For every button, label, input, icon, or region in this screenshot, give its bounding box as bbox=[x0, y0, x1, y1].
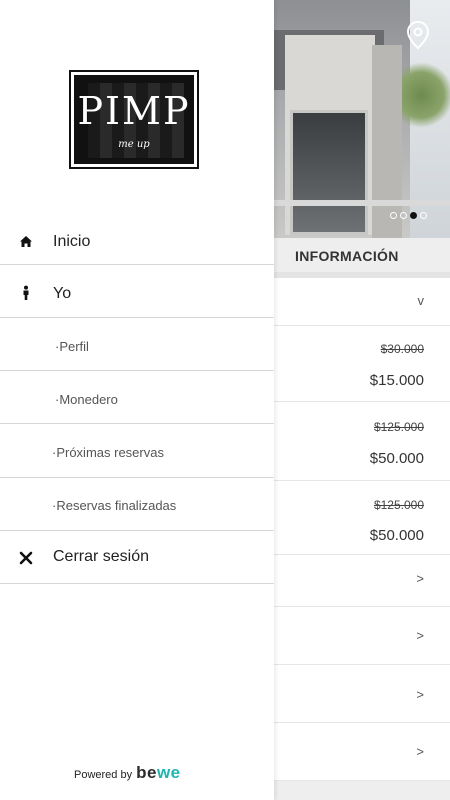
logo-wordmark: PIMP bbox=[77, 89, 191, 133]
photo-pillar bbox=[372, 45, 402, 238]
business-logo: PIMP me up bbox=[69, 70, 199, 169]
discount-price: $50.000 bbox=[369, 450, 424, 467]
photo-storefront-window bbox=[290, 110, 368, 235]
person-icon bbox=[23, 285, 29, 300]
bewe-logo: bewe bbox=[136, 764, 181, 781]
section-title-informacion: INFORMACIÓN bbox=[295, 248, 399, 264]
home-icon bbox=[20, 236, 32, 247]
menu-item-reservas-finalizadas[interactable]: ·Reservas finalizadas bbox=[0, 478, 274, 531]
service-row[interactable]: $125.000 $50.000 bbox=[274, 402, 450, 481]
menu-item-label: ·Perfil bbox=[55, 339, 89, 354]
carousel-dot-active[interactable] bbox=[410, 212, 417, 219]
link-row[interactable]: > bbox=[274, 665, 450, 723]
discount-price: $15.000 bbox=[369, 372, 424, 389]
photo-tree bbox=[402, 60, 450, 130]
menu-item-proximas-reservas[interactable]: ·Próximas reservas bbox=[0, 424, 274, 478]
location-pin-icon[interactable] bbox=[405, 20, 431, 50]
menu-item-label: ·Próximas reservas bbox=[52, 445, 164, 460]
original-price: $125.000 bbox=[373, 420, 424, 434]
original-price: $30.000 bbox=[380, 342, 424, 356]
menu-item-yo[interactable]: Yo bbox=[0, 265, 274, 318]
navigation-drawer: PIMP me up Inicio Yo ·Perfil ·Monedero ·… bbox=[0, 0, 274, 800]
chevron-right-icon: > bbox=[416, 571, 424, 586]
logo-tagline: me up bbox=[118, 139, 150, 150]
carousel-dot[interactable] bbox=[400, 212, 407, 219]
service-row[interactable]: $30.000 $15.000 bbox=[274, 326, 450, 402]
chevron-right-icon: > bbox=[416, 628, 424, 643]
discount-price: $50.000 bbox=[369, 527, 424, 544]
link-row[interactable]: > bbox=[274, 607, 450, 665]
menu-item-label: Yo bbox=[53, 285, 72, 302]
menu-item-perfil[interactable]: ·Perfil bbox=[0, 318, 274, 371]
carousel-dot[interactable] bbox=[420, 212, 427, 219]
powered-by-label: Powered by bbox=[74, 769, 133, 781]
link-row[interactable]: > bbox=[274, 723, 450, 781]
menu-item-label: ·Reservas finalizadas bbox=[52, 498, 177, 513]
photo-railing bbox=[274, 200, 450, 206]
carousel-dot[interactable] bbox=[390, 212, 397, 219]
chevron-right-icon: > bbox=[416, 744, 424, 759]
link-row[interactable]: > bbox=[274, 555, 450, 607]
powered-by-footer[interactable]: Powered by bewe bbox=[74, 764, 181, 781]
original-price: $125.000 bbox=[373, 498, 424, 512]
bewe-logo-part-a: be bbox=[136, 763, 157, 782]
chevron-right-icon: > bbox=[416, 687, 424, 702]
service-row[interactable]: $125.000 $50.000 bbox=[274, 481, 450, 555]
bewe-logo-part-b: we bbox=[156, 763, 181, 782]
menu-item-monedero[interactable]: ·Monedero bbox=[0, 371, 274, 424]
menu-item-cerrar-sesion[interactable]: Cerrar sesión bbox=[0, 531, 274, 584]
menu-item-label: Cerrar sesión bbox=[53, 548, 150, 565]
menu-item-inicio[interactable]: Inicio bbox=[0, 218, 274, 265]
chevron-down-icon: v bbox=[417, 293, 425, 308]
menu-item-label: Inicio bbox=[53, 233, 91, 250]
carousel-indicators bbox=[390, 212, 427, 219]
menu-item-label: ·Monedero bbox=[55, 392, 118, 407]
info-toggle-row[interactable]: v bbox=[274, 278, 450, 326]
close-icon bbox=[19, 551, 33, 565]
